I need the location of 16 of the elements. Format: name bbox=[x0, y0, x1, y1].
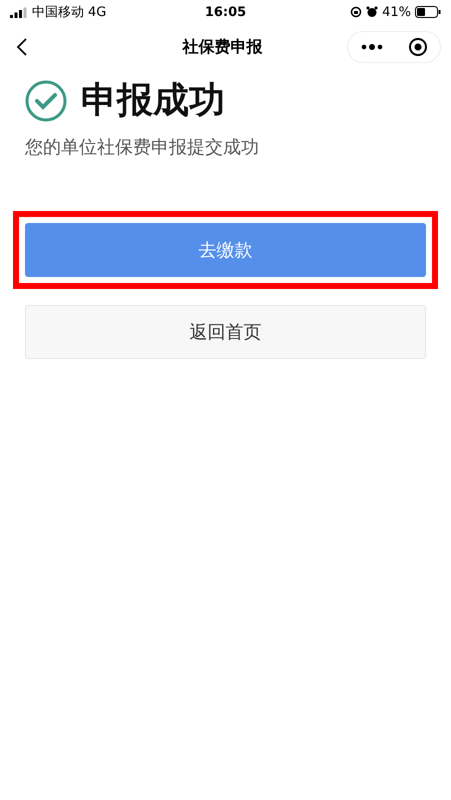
success-check-icon bbox=[25, 80, 67, 122]
home-button[interactable]: 返回首页 bbox=[25, 305, 426, 359]
alarm-icon bbox=[366, 6, 378, 18]
page-title: 社保费申报 bbox=[181, 36, 264, 58]
battery-percent: 41% bbox=[382, 4, 412, 20]
close-icon[interactable] bbox=[408, 37, 428, 57]
rotation-lock-icon bbox=[350, 6, 362, 18]
signal-icon bbox=[10, 6, 28, 18]
carrier-label: 中国移动 bbox=[32, 4, 84, 21]
status-time: 16:05 bbox=[204, 4, 246, 20]
result-message: 您的单位社保费申报提交成功 bbox=[25, 136, 260, 159]
result-title: 申报成功 bbox=[81, 79, 225, 123]
battery-icon bbox=[415, 6, 442, 18]
network-label: 4G bbox=[88, 4, 106, 20]
more-icon[interactable] bbox=[360, 44, 382, 50]
back-icon[interactable] bbox=[16, 37, 28, 57]
